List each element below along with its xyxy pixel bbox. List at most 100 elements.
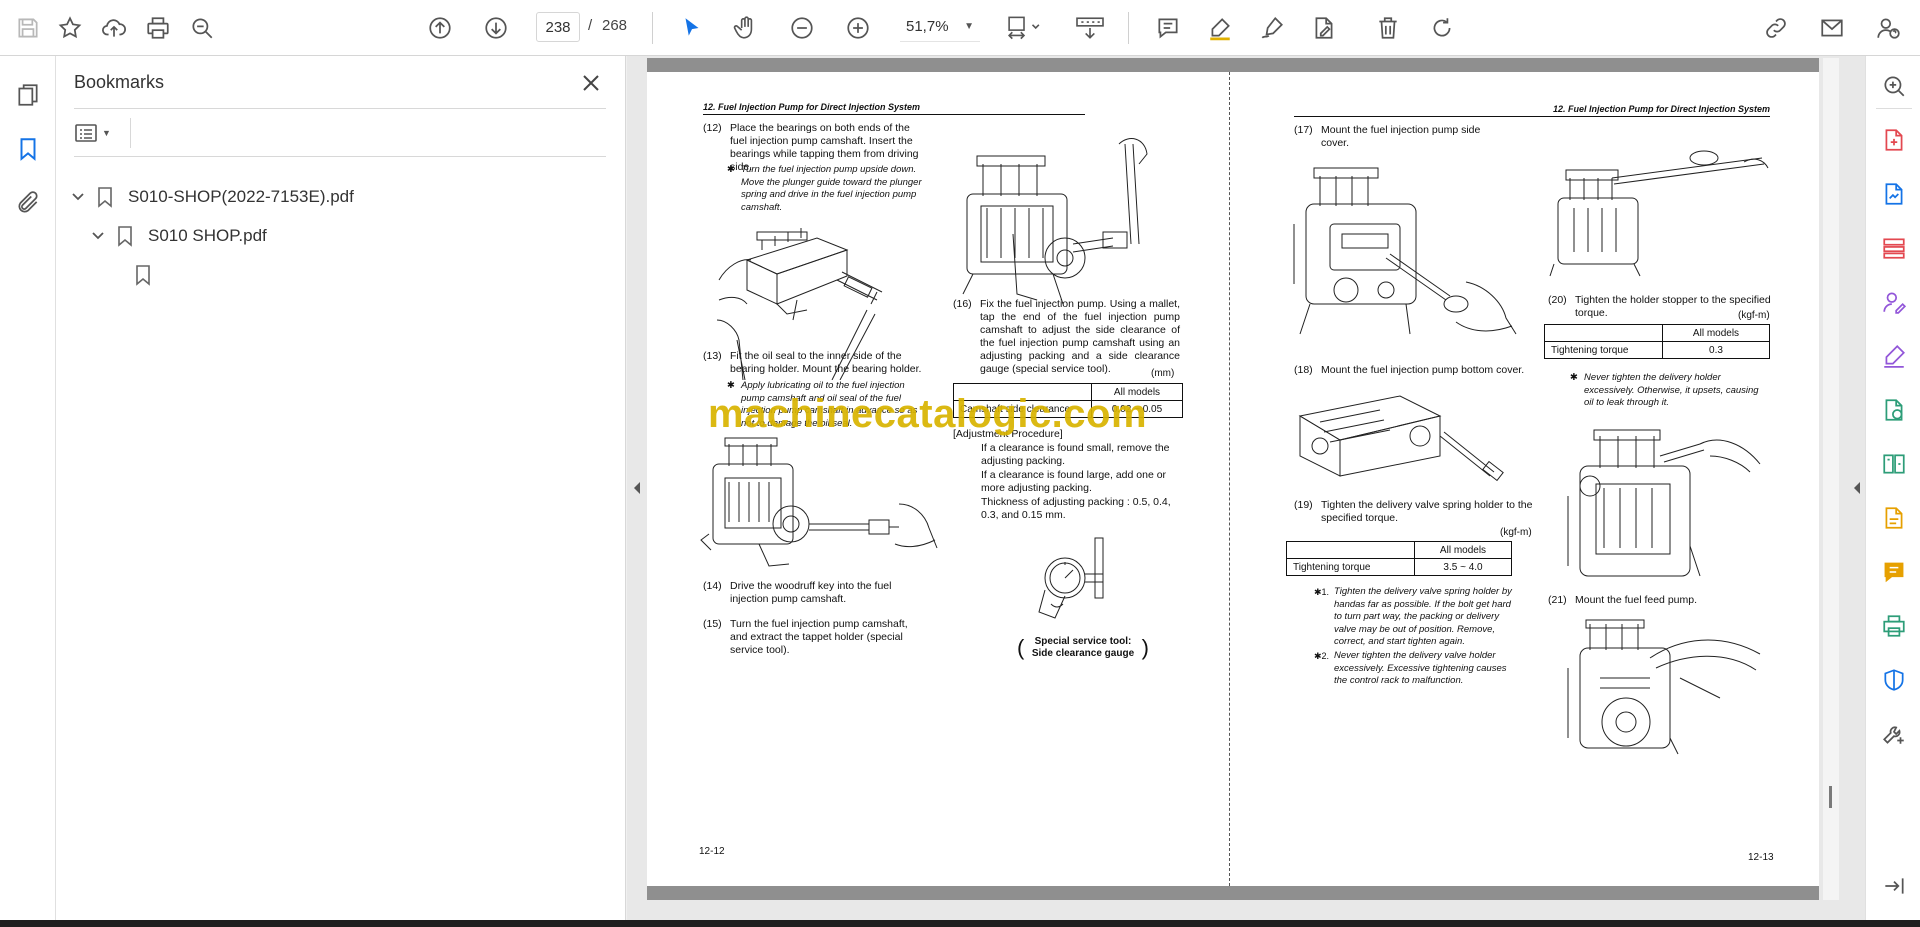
step-12-note: ✱ Turn the fuel injection pump upside do…: [727, 164, 927, 216]
previous-page-icon[interactable]: [422, 10, 458, 46]
tool-caption: ( Special service tool: Side clearance g…: [1017, 636, 1149, 660]
collapse-right-panel-icon[interactable]: [1851, 478, 1863, 498]
bookmark-options-button[interactable]: ▼: [74, 118, 122, 148]
comment-tool-icon[interactable]: [1878, 556, 1910, 588]
scrollbar-thumb[interactable]: [1829, 786, 1832, 808]
create-pdf-icon[interactable]: [1878, 178, 1910, 210]
highlight-pen-icon[interactable]: [1202, 10, 1238, 46]
side-clearance-gauge-illustration: [1038, 537, 1104, 619]
step-text: Mount the fuel feed pump.: [1575, 594, 1697, 606]
step-13-note: ✱ Apply lubricating oil to the fuel inje…: [727, 380, 927, 432]
scrolling-mode-icon[interactable]: [1066, 10, 1114, 46]
zoom-search-icon[interactable]: [1878, 70, 1910, 102]
step-20-note: ✱ Never tighten the delivery holder exce…: [1570, 372, 1770, 412]
more-tools-icon[interactable]: [1878, 718, 1910, 750]
account-help-icon[interactable]: [1870, 10, 1906, 46]
share-link-icon[interactable]: [1758, 10, 1794, 46]
step-17: (17) Mount the fuel injection pump side …: [1294, 124, 1494, 149]
bookmark-item-empty[interactable]: [134, 260, 166, 290]
note-text: Never tighten the delivery valve holder …: [1334, 650, 1507, 686]
oil-seal-install-illustration: [700, 437, 938, 567]
zoom-level-select[interactable]: 51,7% ▼: [900, 12, 980, 42]
adjustment-line: If a clearance is found large, add one o…: [981, 469, 1167, 494]
zoom-out-icon[interactable]: [784, 10, 820, 46]
expand-panel-icon[interactable]: [1878, 870, 1910, 902]
page-number: 12-12: [699, 846, 725, 857]
select-cursor-icon[interactable]: [674, 10, 710, 46]
holder-stopper-tighten-illustration: [1567, 429, 1761, 577]
protect-icon[interactable]: [1878, 664, 1910, 696]
page-fit-icon[interactable]: [1000, 10, 1048, 46]
comment-icon[interactable]: [1150, 10, 1186, 46]
bookmark-item-root[interactable]: S010-SHOP(2022-7153E).pdf: [70, 182, 354, 212]
cloud-upload-icon[interactable]: [96, 10, 132, 46]
note-text: Apply lubricating oil to the fuel inject…: [741, 380, 918, 429]
draw-pen-icon[interactable]: [1254, 10, 1290, 46]
table-cell: 0.3: [1662, 341, 1770, 359]
scan-ocr-icon[interactable]: [1878, 502, 1910, 534]
fuel-feed-pump-illustration: [1567, 619, 1761, 755]
unit-label: (kgf-m): [1738, 310, 1770, 321]
step-18: (18) Mount the fuel injection pump botto…: [1294, 364, 1534, 378]
delete-icon[interactable]: [1370, 10, 1406, 46]
chevron-down-icon[interactable]: [70, 189, 86, 205]
vertical-scrollbar[interactable]: [1823, 58, 1839, 900]
table-row: Tightening torque 0.3: [1544, 341, 1770, 359]
page-thumbnails-icon[interactable]: [11, 78, 45, 112]
table-row: Tightening torque 3.5 ~ 4.0: [1286, 558, 1512, 576]
find-zoom-icon[interactable]: [184, 10, 220, 46]
note-text: Turn the fuel injection pump upside down…: [741, 164, 922, 213]
attachments-icon[interactable]: [11, 186, 45, 220]
top-toolbar: / 268 51,7% ▼: [0, 0, 1920, 56]
chevron-down-icon: ▼: [964, 21, 974, 32]
star-icon[interactable]: [52, 10, 88, 46]
email-icon[interactable]: [1814, 10, 1850, 46]
request-signatures-icon[interactable]: [1878, 286, 1910, 318]
unit-label: (kgf-m): [1500, 527, 1532, 538]
organize-pages-icon[interactable]: [1878, 232, 1910, 264]
step-number: (20): [1548, 294, 1567, 306]
list-icon: [75, 124, 97, 142]
print-icon[interactable]: [140, 10, 176, 46]
step-number: (13): [703, 350, 722, 362]
step-number: (15): [703, 618, 722, 630]
step-number: (16): [953, 298, 972, 310]
step-number: (17): [1294, 124, 1313, 136]
export-pdf-icon[interactable]: [1878, 124, 1910, 156]
send-for-review-icon[interactable]: [1878, 394, 1910, 426]
side-clearance-table: All models Camshaft side clearance 0.02 …: [953, 383, 1183, 418]
document-viewer: 12. Fuel Injection Pump for Direct Injec…: [627, 56, 1865, 920]
save-icon[interactable]: [10, 10, 46, 46]
print-production-icon[interactable]: [1878, 610, 1910, 642]
bookmark-item-child[interactable]: S010 SHOP.pdf: [90, 221, 267, 251]
adjustment-line: If a clearance is found small, remove th…: [981, 442, 1170, 467]
page-number-input[interactable]: [536, 12, 580, 42]
chevron-down-icon[interactable]: [90, 228, 106, 244]
document-spread[interactable]: 12. Fuel Injection Pump for Direct Injec…: [647, 58, 1819, 900]
step-13: (13) Fit the oil seal to the inner side …: [703, 350, 929, 378]
collapse-left-panel-icon[interactable]: [631, 478, 643, 498]
step-text: Fit the oil seal to the inner side of th…: [730, 350, 922, 375]
step-number: (21): [1548, 594, 1567, 606]
rotate-icon[interactable]: [1424, 10, 1460, 46]
running-head: 12. Fuel Injection Pump for Direct Injec…: [1294, 104, 1770, 117]
compare-files-icon[interactable]: [1878, 448, 1910, 480]
table-cell: 0.02 ~ 0.05: [1091, 400, 1183, 418]
page-12-13: 12. Fuel Injection Pump for Direct Injec…: [1229, 72, 1819, 886]
adjustment-heading: [Adjustment Procedure]: [953, 428, 1063, 440]
asterisk-icon: ✱: [1570, 372, 1578, 383]
next-page-icon[interactable]: [478, 10, 514, 46]
step-text: Drive the woodruff key into the fuel inj…: [730, 580, 892, 605]
bookmarks-panel: Bookmarks ▼ S010-SHOP(2022-7153E).pdf S0…: [56, 56, 626, 920]
fill-sign-icon[interactable]: [1878, 340, 1910, 372]
step-text: Turn the fuel injection pump camshaft, a…: [730, 618, 908, 656]
close-icon[interactable]: [576, 68, 606, 98]
step-12: (12) Place the bearings on both ends of …: [703, 122, 929, 173]
hand-tool-icon[interactable]: [728, 10, 764, 46]
zoom-in-icon[interactable]: [840, 10, 876, 46]
delivery-valve-torque-table: All models Tightening torque 3.5 ~ 4.0: [1286, 541, 1512, 576]
bookmarks-icon[interactable]: [11, 132, 45, 166]
edit-pdf-icon[interactable]: [1306, 10, 1342, 46]
table-header: All models: [1091, 383, 1183, 401]
step-text: Mount the fuel injection pump bottom cov…: [1321, 364, 1525, 376]
